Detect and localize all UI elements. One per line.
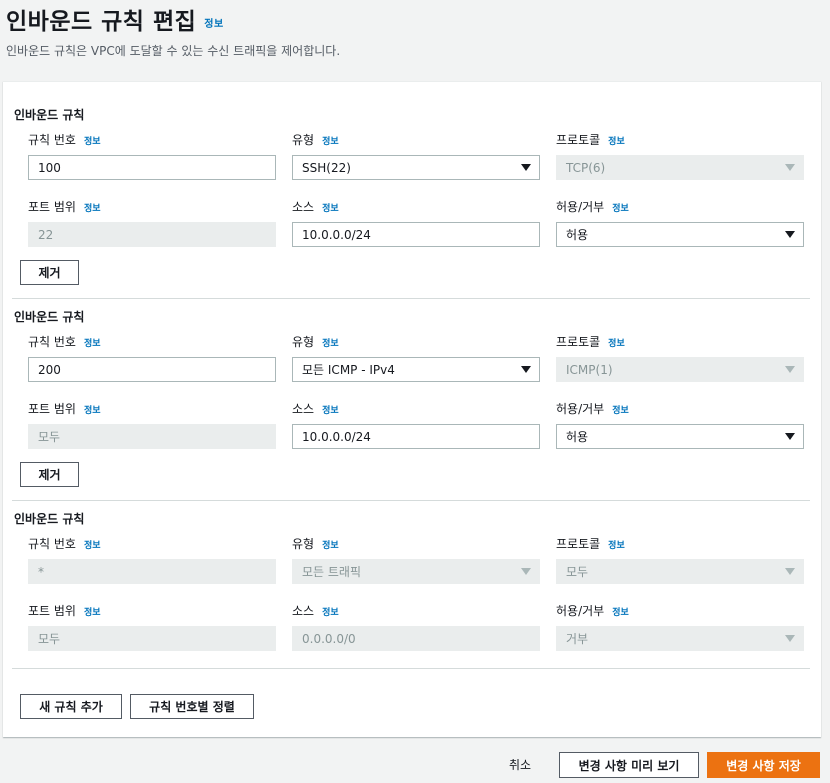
chevron-down-icon [785, 635, 795, 642]
rule-2-allow-select[interactable]: 허용 [556, 424, 804, 449]
rule-1-protocol-info-link[interactable]: 정보 [608, 134, 625, 147]
chevron-down-icon [521, 366, 531, 373]
preview-changes-button[interactable]: 변경 사항 미리 보기 [559, 752, 699, 778]
chevron-down-icon [785, 231, 795, 238]
rule-2-type-label: 유형 정보 [292, 335, 339, 349]
rule-2-allow-info-link[interactable]: 정보 [612, 403, 629, 416]
rule-3-protocol-label: 프로토콜 정보 [556, 537, 625, 551]
chevron-down-icon [521, 164, 531, 171]
rule-1-type-info-link[interactable]: 정보 [322, 134, 339, 147]
cancel-link[interactable]: 취소 [509, 756, 531, 773]
rule-1-protocol-label: 프로토콜 정보 [556, 133, 625, 147]
page-description: 인바운드 규칙은 VPC에 도달할 수 있는 수신 트래픽을 제어합니다. [6, 44, 341, 58]
rule-3-allow-label: 허용/거부 정보 [556, 604, 629, 618]
rule-separator [12, 298, 810, 299]
chevron-down-icon [521, 568, 531, 575]
rule-2-number-info-link[interactable]: 정보 [84, 336, 101, 349]
page-title: 인바운드 규칙 편집 정보 [6, 2, 224, 36]
rule-2-title: 인바운드 규칙 [14, 310, 85, 324]
page-title-text: 인바운드 규칙 편집 [6, 9, 197, 35]
rule-2-protocol-label: 프로토콜 정보 [556, 335, 625, 349]
rule-2-remove-button[interactable]: 제거 [20, 462, 79, 487]
rule-3-protocol-select: 모두 [556, 559, 804, 584]
chevron-down-icon [785, 164, 795, 171]
rule-1-allow-select[interactable]: 허용 [556, 222, 804, 247]
rule-1-port-info-link[interactable]: 정보 [84, 201, 101, 214]
rule-1-number-input[interactable]: 100 [28, 155, 276, 180]
rule-1-allow-info-link[interactable]: 정보 [612, 201, 629, 214]
rule-3-port-info-link[interactable]: 정보 [84, 605, 101, 618]
chevron-down-icon [785, 366, 795, 373]
rule-3-source-label: 소스 정보 [292, 604, 339, 618]
rule-3-source-info-link[interactable]: 정보 [322, 605, 339, 618]
rule-3-allow-info-link[interactable]: 정보 [612, 605, 629, 618]
rule-2-number-label: 규칙 번호 정보 [28, 335, 101, 349]
rule-1-source-info-link[interactable]: 정보 [322, 201, 339, 214]
rule-1-number-info-link[interactable]: 정보 [84, 134, 101, 147]
rule-1-port-label: 포트 범위 정보 [28, 200, 101, 214]
rule-3-type-select: 모든 트래픽 [292, 559, 540, 584]
rule-1-number-label: 규칙 번호 정보 [28, 133, 101, 147]
rule-3-protocol-info-link[interactable]: 정보 [608, 538, 625, 551]
rule-3-source-input: 0.0.0.0/0 [292, 626, 540, 651]
rule-3-number-label: 규칙 번호 정보 [28, 537, 101, 551]
rule-2-allow-label: 허용/거부 정보 [556, 402, 629, 416]
rule-2-number-input[interactable]: 200 [28, 357, 276, 382]
rule-3-port-input: 모두 [28, 626, 276, 651]
rule-2-port-label: 포트 범위 정보 [28, 402, 101, 416]
rule-1-source-input[interactable]: 10.0.0.0/24 [292, 222, 540, 247]
rule-2-protocol-select: ICMP(1) [556, 357, 804, 382]
rule-1-type-select[interactable]: SSH(22) [292, 155, 540, 180]
inbound-rules-panel: 인바운드 규칙 규칙 번호 정보 유형 정보 프로토콜 정보 100 SSH(22) … [3, 81, 821, 737]
rule-1-port-input: 22 [28, 222, 276, 247]
title-info-link[interactable]: 정보 [204, 15, 223, 30]
rule-separator [12, 668, 810, 669]
rule-1-allow-label: 허용/거부 정보 [556, 200, 629, 214]
rule-3-title: 인바운드 규칙 [14, 512, 85, 526]
rule-2-type-info-link[interactable]: 정보 [322, 336, 339, 349]
rule-2-port-input: 모두 [28, 424, 276, 449]
rule-1-remove-button[interactable]: 제거 [20, 260, 79, 285]
rule-2-source-label: 소스 정보 [292, 402, 339, 416]
rule-1-title: 인바운드 규칙 [14, 108, 85, 122]
rule-2-source-input[interactable]: 10.0.0.0/24 [292, 424, 540, 449]
rule-2-source-info-link[interactable]: 정보 [322, 403, 339, 416]
rule-1-protocol-select: TCP(6) [556, 155, 804, 180]
rule-1-type-label: 유형 정보 [292, 133, 339, 147]
add-rule-button[interactable]: 새 규칙 추가 [20, 694, 122, 719]
chevron-down-icon [785, 568, 795, 575]
rule-3-port-label: 포트 범위 정보 [28, 604, 101, 618]
rule-2-protocol-info-link[interactable]: 정보 [608, 336, 625, 349]
rule-2-type-select[interactable]: 모든 ICMP - IPv4 [292, 357, 540, 382]
rule-2-port-info-link[interactable]: 정보 [84, 403, 101, 416]
chevron-down-icon [785, 433, 795, 440]
rule-separator [12, 500, 810, 501]
sort-rules-button[interactable]: 규칙 번호별 정렬 [130, 694, 254, 719]
rule-3-allow-select: 거부 [556, 626, 804, 651]
rule-3-number-info-link[interactable]: 정보 [84, 538, 101, 551]
save-changes-button[interactable]: 변경 사항 저장 [707, 752, 820, 778]
rule-3-type-label: 유형 정보 [292, 537, 339, 551]
rule-3-type-info-link[interactable]: 정보 [322, 538, 339, 551]
rule-1-source-label: 소스 정보 [292, 200, 339, 214]
rule-3-number-input: * [28, 559, 276, 584]
